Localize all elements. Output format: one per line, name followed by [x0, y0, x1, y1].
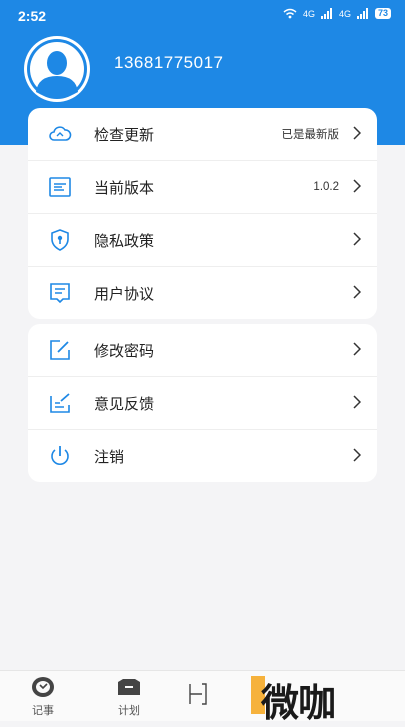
signal-label-1: 4G [302, 8, 315, 19]
user-silhouette-icon [27, 39, 87, 99]
edit-icon [50, 340, 70, 360]
status-time: 2:52 [18, 8, 47, 24]
user-phone: 13681775017 [114, 53, 224, 72]
tab-label: 记事 [32, 705, 54, 717]
row-value: 已是最新版 [281, 129, 340, 141]
agreement-icon [50, 283, 70, 304]
tab-label: 计划 [118, 705, 140, 717]
row-value: 1.0.2 [313, 181, 339, 193]
shield-icon [51, 229, 69, 251]
watermark-logo: 微咖 [251, 672, 363, 725]
clock-face-icon [32, 677, 54, 697]
signal-label-2: 4G [338, 8, 351, 19]
document-lines-icon [49, 177, 71, 197]
chevron-right-icon [353, 232, 361, 246]
row-label: 当前版本 [94, 179, 155, 197]
chevron-right-icon [353, 448, 361, 462]
row-label: 用户协议 [94, 285, 155, 303]
row-check-update[interactable]: 检查更新 已是最新版 [28, 108, 377, 161]
row-label: 意见反馈 [94, 395, 155, 413]
row-change-password[interactable]: 修改密码 [28, 324, 377, 377]
row-label: 注销 [94, 448, 125, 466]
avatar[interactable] [24, 36, 90, 102]
chevron-right-icon [353, 285, 361, 299]
row-feedback[interactable]: 意见反馈 [28, 377, 377, 430]
settings-card-1: 检查更新 已是最新版 当前版本 1.0.2 隐私政策 用户协议 [28, 108, 377, 319]
feedback-icon [50, 393, 70, 413]
row-label: 隐私政策 [94, 232, 155, 250]
cloud-sync-icon [49, 126, 72, 141]
row-logout[interactable]: 注销 [28, 430, 377, 482]
signal-icon-2 [356, 8, 368, 19]
status-bar: 2:52 4G 4G 73 [0, 0, 405, 32]
chevron-right-icon [353, 342, 361, 356]
settings-card-2: 修改密码 意见反馈 注销 [28, 324, 377, 482]
chevron-right-icon [353, 126, 361, 140]
status-icons: 4G 4G 73 [283, 8, 391, 19]
chevron-right-icon [353, 179, 361, 193]
row-label: 检查更新 [94, 126, 155, 144]
battery-icon: 73 [374, 8, 391, 19]
row-privacy-policy[interactable]: 隐私政策 [28, 214, 377, 267]
bracket-icon [189, 683, 207, 705]
row-user-agreement[interactable]: 用户协议 [28, 267, 377, 319]
chevron-right-icon [353, 395, 361, 409]
folder-icon [118, 679, 140, 695]
wifi-icon [283, 8, 297, 19]
power-icon [51, 446, 69, 465]
watermark-text: 微咖 [261, 681, 336, 725]
signal-icon [320, 8, 332, 19]
row-current-version[interactable]: 当前版本 1.0.2 [28, 161, 377, 214]
row-label: 修改密码 [94, 342, 155, 360]
